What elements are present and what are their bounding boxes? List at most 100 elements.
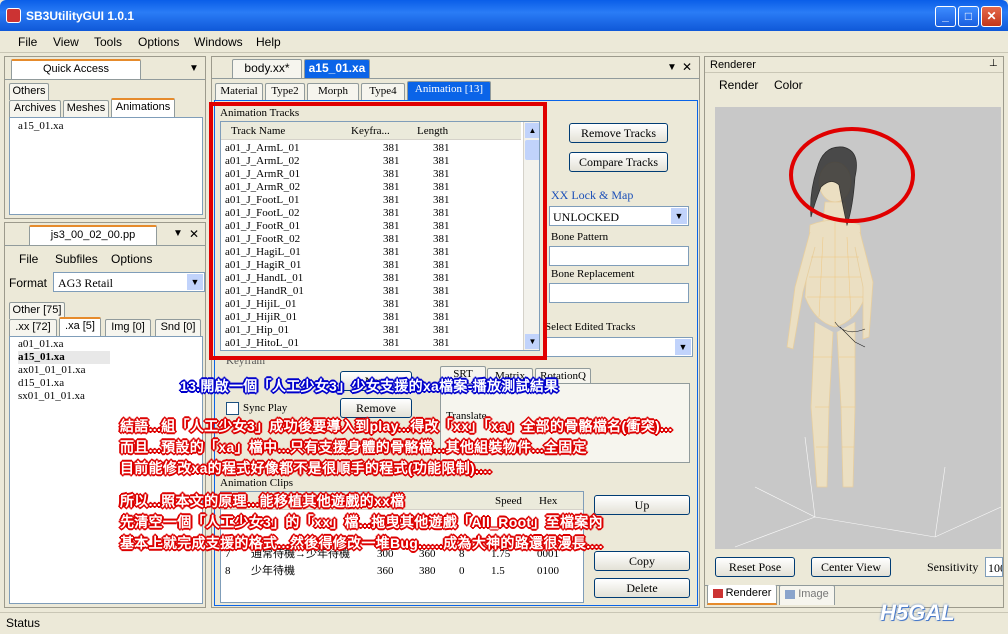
list-item[interactable]: a15_01.xa — [18, 120, 64, 133]
compare-tracks-button[interactable]: Compare Tracks — [569, 152, 668, 172]
bone-replacement-input[interactable] — [549, 283, 689, 303]
renderer-menu-color[interactable]: Color — [774, 78, 803, 92]
clip-cell: 380 — [419, 565, 436, 577]
list-item[interactable]: a01_01.xa — [18, 338, 64, 351]
overlay-line: 目前能修改xa的程式好像都不是很順手的程式(功能限制).... — [120, 460, 492, 476]
list-item-selected[interactable]: a15_01.xa — [18, 351, 110, 364]
remove-button[interactable]: Remove — [340, 398, 412, 418]
menu-help[interactable]: Help — [256, 35, 281, 49]
sync-play-label: Sync Play — [243, 402, 288, 414]
chevron-down-icon[interactable]: ▼ — [187, 274, 203, 290]
menu-view[interactable]: View — [53, 35, 79, 49]
up-button[interactable]: Up — [594, 495, 690, 515]
format-value: AG3 Retail — [58, 276, 113, 290]
close-button[interactable]: ✕ — [981, 6, 1002, 27]
center-view-button[interactable]: Center View — [811, 557, 891, 577]
edited-tracks-select[interactable]: ▼ — [545, 337, 693, 357]
clip-cell: 360 — [377, 565, 394, 577]
tab-renderer[interactable]: Renderer — [707, 585, 777, 605]
tab-archives[interactable]: Archives — [9, 100, 61, 117]
image-icon — [785, 589, 796, 599]
menu-windows[interactable]: Windows — [194, 35, 243, 49]
close-icon[interactable]: ✕ — [189, 227, 199, 241]
reset-pose-button[interactable]: Reset Pose — [715, 557, 795, 577]
maximize-button[interactable]: □ — [958, 6, 979, 27]
sync-play-checkbox[interactable] — [226, 402, 239, 415]
tab-other[interactable]: Other [75] — [9, 302, 65, 319]
dropdown-icon[interactable]: ▼ — [173, 228, 183, 239]
clip-cell: 0 — [459, 565, 465, 577]
copy-button[interactable]: Copy — [594, 551, 690, 571]
overlay-line: 結語...組「人工少女3」成功後要導入到play...得改「xx」「xa」全部的… — [120, 418, 673, 434]
table-row[interactable]: 8 少年待機 360 380 0 1.5 0100 — [221, 565, 581, 579]
menu-file[interactable]: File — [18, 35, 37, 49]
clip-cell: 0100 — [537, 565, 559, 577]
list-item[interactable]: sx01_01_01.xa — [18, 390, 85, 403]
close-icon[interactable]: ✕ — [682, 60, 692, 74]
overlay-caption: 13.開啟一個「人工少女3」少女支援的xa檔案-播放測試結果 — [180, 378, 559, 394]
render-viewport[interactable] — [715, 107, 1002, 549]
tab-xx[interactable]: .xx [72] — [9, 319, 57, 336]
clips-title: Animation Clips — [220, 477, 294, 489]
select-edited-label: Select Edited Tracks — [545, 321, 636, 333]
tab-image[interactable]: Image — [779, 585, 835, 605]
lock-value: UNLOCKED — [553, 210, 619, 224]
clip-cell: 1.5 — [491, 565, 505, 577]
col-speed[interactable]: Speed — [495, 495, 522, 507]
watermark-logo: H5GAL — [880, 600, 955, 625]
tab-material[interactable]: Material — [215, 83, 263, 100]
minimize-button[interactable]: _ — [935, 6, 956, 27]
pp-menu-file[interactable]: File — [19, 252, 38, 266]
dropdown-icon[interactable]: ▼ — [667, 62, 677, 73]
lock-select[interactable]: UNLOCKED ▼ — [549, 206, 689, 226]
list-item[interactable]: ax01_01_01.xa — [18, 364, 86, 377]
tab-type4[interactable]: Type4 — [361, 83, 405, 100]
tab-animation[interactable]: Animation [13] — [407, 81, 491, 100]
bone-replacement-label: Bone Replacement — [551, 268, 635, 280]
menu-options[interactable]: Options — [138, 35, 179, 49]
menu-tools[interactable]: Tools — [94, 35, 122, 49]
col-hex[interactable]: Hex — [539, 495, 557, 507]
tab-a15-xa[interactable]: a15_01.xa — [304, 59, 370, 78]
tab-renderer-label: Renderer — [725, 587, 772, 599]
tab-image-label: Image — [798, 588, 829, 600]
tab-body-xx[interactable]: body.xx* — [232, 59, 302, 78]
tab-others[interactable]: Others — [9, 83, 49, 100]
highlight-box — [209, 102, 547, 360]
overlay-line: 而且...預設的「xa」檔中...只有支援身體的骨骼檔...其他組裝物件...全… — [120, 439, 587, 455]
overlay-line: 所以...照本文的原理...能移植其他遊戲的xx檔 — [120, 493, 405, 509]
pp-menu-subfiles[interactable]: Subfiles — [55, 252, 98, 266]
tab-quick-access[interactable]: Quick Access — [11, 59, 141, 79]
bone-pattern-input[interactable] — [549, 246, 689, 266]
dropdown-icon[interactable]: ▼ — [189, 63, 199, 74]
highlight-circle — [789, 127, 915, 223]
renderer-menu-render[interactable]: Render — [719, 78, 758, 92]
renderer-icon — [712, 588, 723, 598]
window-title: SB3UtilityGUI 1.0.1 — [26, 9, 135, 23]
tab-pp-file[interactable]: js3_00_02_00.pp — [29, 225, 157, 245]
tab-morph[interactable]: Morph — [307, 83, 359, 100]
tab-meshes[interactable]: Meshes — [63, 100, 109, 117]
chevron-down-icon[interactable]: ▼ — [675, 339, 691, 355]
clip-cell: 8 — [225, 565, 231, 577]
tab-xa[interactable]: .xa [5] — [59, 317, 101, 336]
chevron-down-icon[interactable]: ▼ — [671, 208, 687, 224]
sensitivity-value: 100 — [988, 561, 1002, 575]
remove-tracks-button[interactable]: Remove Tracks — [569, 123, 668, 143]
tab-type2[interactable]: Type2 — [265, 83, 305, 100]
quick-access-panel: Quick Access ▼ Others Archives Meshes An… — [4, 56, 206, 219]
pp-menu-options[interactable]: Options — [111, 252, 152, 266]
list-item[interactable]: d15_01.xa — [18, 377, 64, 390]
delete-button[interactable]: Delete — [594, 578, 690, 598]
tab-img[interactable]: Img [0] — [105, 319, 151, 336]
format-select[interactable]: AG3 Retail ▼ — [53, 272, 205, 292]
tab-animations[interactable]: Animations — [111, 98, 175, 117]
menu-bar: File View Tools Options Windows Help — [0, 31, 1008, 53]
tab-snd[interactable]: Snd [0] — [155, 319, 201, 336]
title-bar: SB3UtilityGUI 1.0.1 _ □ ✕ — [0, 0, 1008, 31]
pin-icon[interactable]: ⊥ — [989, 58, 998, 69]
sensitivity-input[interactable]: 100 — [985, 557, 1003, 577]
animations-list: a15_01.xa — [9, 117, 203, 215]
sensitivity-label: Sensitivity — [927, 560, 979, 574]
app-icon — [6, 8, 21, 23]
